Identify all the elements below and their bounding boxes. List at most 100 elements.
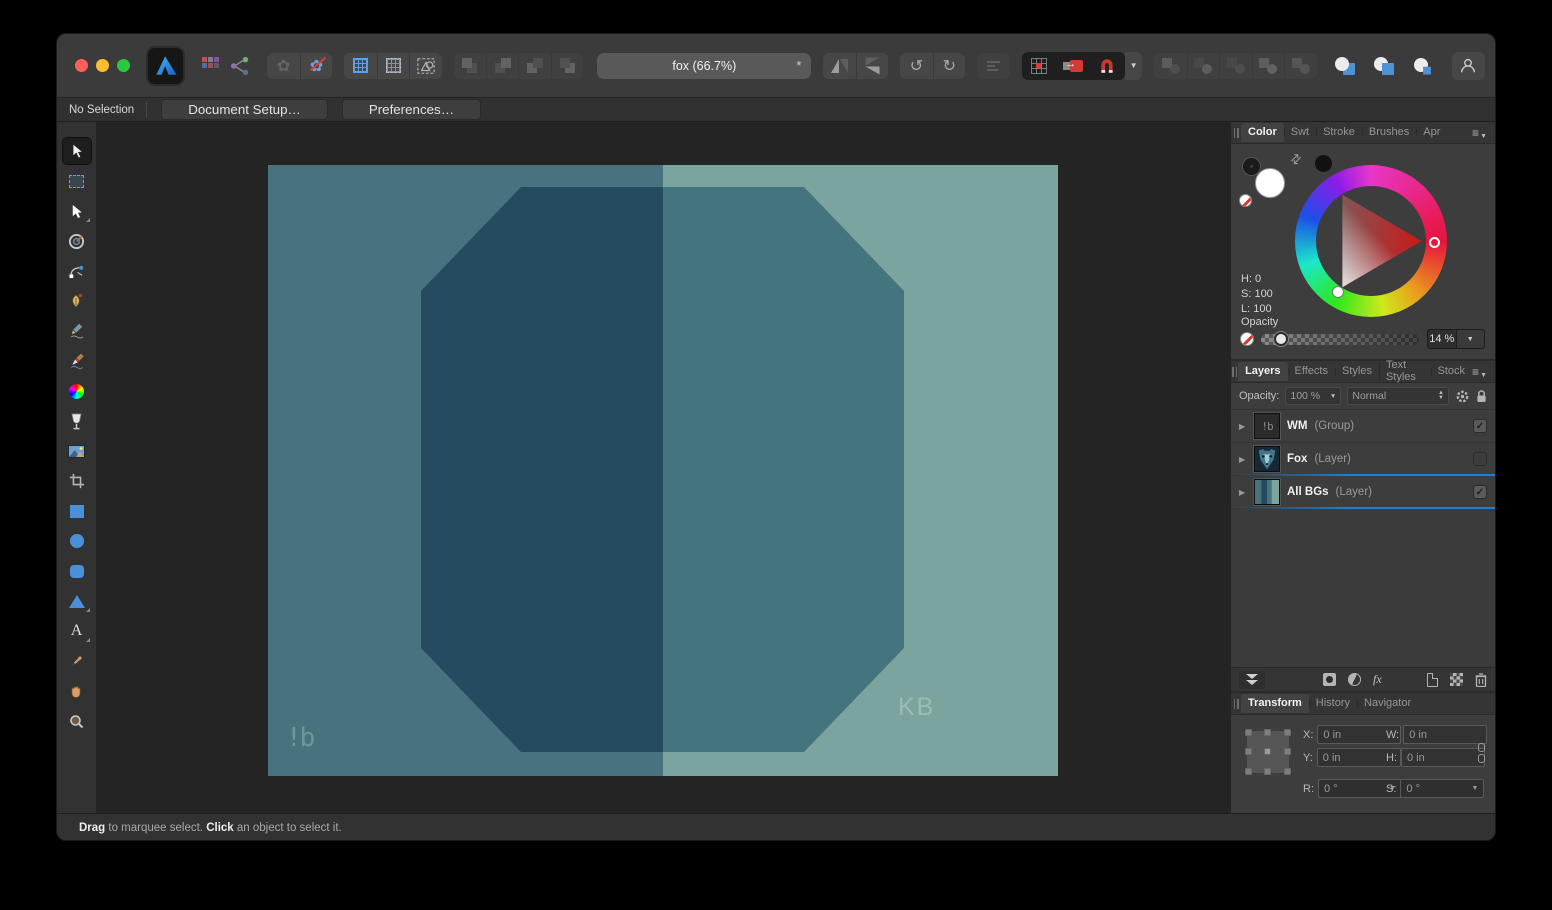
- stroke-swatch[interactable]: [1243, 158, 1260, 175]
- view-tool[interactable]: [63, 678, 91, 704]
- layer-thumbnail[interactable]: [1254, 446, 1280, 472]
- move-by-pixels-button[interactable]: →: [1056, 52, 1090, 80]
- fill-stroke-selector[interactable]: ⇄: [1239, 156, 1299, 206]
- point-transform-tool[interactable]: [63, 228, 91, 254]
- layer-opacity-dropdown[interactable]: 100 % ▼: [1285, 387, 1341, 405]
- saturation-lightness-triangle[interactable]: [1316, 186, 1426, 296]
- bool-add-button[interactable]: [1154, 53, 1186, 79]
- transparency-tool[interactable]: [63, 408, 91, 434]
- layer-name[interactable]: Fox: [1287, 453, 1307, 465]
- tab-navigator[interactable]: Navigator: [1357, 694, 1418, 713]
- tab-transform[interactable]: Transform: [1241, 694, 1309, 713]
- ellipse-tool[interactable]: [63, 528, 91, 554]
- flip-horizontal-button[interactable]: [823, 53, 855, 79]
- panel-grip[interactable]: [1231, 699, 1241, 709]
- snapping-toggle-button[interactable]: [1090, 52, 1124, 80]
- fill-tool[interactable]: [63, 378, 91, 404]
- w-input[interactable]: 0 in: [1403, 725, 1487, 744]
- bool-intersect-button[interactable]: [1219, 53, 1251, 79]
- anchor-point-selector[interactable]: [1247, 731, 1289, 773]
- artistic-text-tool[interactable]: A: [63, 618, 91, 644]
- corner-tool[interactable]: [63, 258, 91, 284]
- snap-options-dropdown[interactable]: ▼: [1125, 52, 1143, 80]
- visibility-checkbox[interactable]: ✓: [1473, 419, 1487, 433]
- account-button[interactable]: [1452, 52, 1485, 80]
- artboard-tool[interactable]: [63, 168, 91, 194]
- tab-styles[interactable]: Styles: [1335, 362, 1379, 381]
- trash-icon[interactable]: [1475, 673, 1487, 687]
- style-picker-button[interactable]: ✿: [267, 53, 299, 79]
- panel-grip[interactable]: [1231, 128, 1241, 138]
- designer-persona-button[interactable]: [148, 48, 183, 84]
- layer-name[interactable]: WM: [1287, 420, 1307, 432]
- layer-thumbnail[interactable]: [1254, 479, 1280, 505]
- disclosure-icon[interactable]: ▶: [1239, 488, 1247, 497]
- sl-selector[interactable]: [1332, 286, 1344, 298]
- h-input[interactable]: 0 in: [1401, 748, 1485, 767]
- insert-inside-button[interactable]: [1405, 53, 1437, 79]
- opacity-slider-handle[interactable]: [1274, 332, 1288, 346]
- shear-dropdown[interactable]: 0 ° ▼: [1400, 779, 1484, 798]
- layer-row-wm[interactable]: ▶ !b WM (Group) ✓: [1231, 410, 1495, 443]
- select-shapes-button[interactable]: [409, 53, 441, 79]
- snap-grid-button[interactable]: [1022, 52, 1056, 80]
- tab-brushes[interactable]: Brushes: [1362, 123, 1416, 142]
- opacity-slider[interactable]: [1261, 334, 1419, 345]
- hue-selector[interactable]: [1429, 237, 1440, 248]
- bool-subtract-button[interactable]: [1187, 53, 1219, 79]
- mask-layer-icon[interactable]: [1323, 673, 1336, 686]
- tab-layers[interactable]: Layers: [1238, 362, 1287, 381]
- rotate-cw-button[interactable]: ↻: [933, 53, 965, 79]
- alignment-button[interactable]: [977, 53, 1009, 79]
- tab-effects[interactable]: Effects: [1288, 362, 1335, 381]
- minimize-button[interactable]: [96, 59, 109, 72]
- visibility-checkbox[interactable]: [1473, 452, 1487, 466]
- move-forward-button[interactable]: [486, 53, 518, 79]
- rectangle-tool[interactable]: [63, 498, 91, 524]
- gear-icon[interactable]: [1455, 389, 1470, 404]
- bool-divide-button[interactable]: [1284, 53, 1316, 79]
- move-tool[interactable]: [63, 138, 91, 164]
- layers-stack-button[interactable]: [1239, 671, 1265, 689]
- insert-behind-button[interactable]: [1329, 53, 1361, 79]
- fill-swatch[interactable]: [1255, 168, 1285, 198]
- layer-row-fox[interactable]: ▶ Fox (Layer: [1231, 443, 1495, 476]
- bool-xor-button[interactable]: [1252, 53, 1284, 79]
- canvas-viewport[interactable]: !b KB: [96, 122, 1231, 813]
- no-fill-icon[interactable]: [1239, 194, 1252, 207]
- panel-grip[interactable]: [1231, 367, 1238, 377]
- tab-stock[interactable]: Stock: [1431, 362, 1473, 381]
- octagon-shape[interactable]: [421, 187, 904, 752]
- layer-name[interactable]: All BGs: [1287, 486, 1329, 498]
- new-pixel-layer-icon[interactable]: [1450, 673, 1463, 686]
- blend-mode-dropdown[interactable]: Normal ▲▼: [1347, 387, 1449, 405]
- move-backward-button[interactable]: [518, 53, 550, 79]
- document-canvas[interactable]: !b KB: [268, 165, 1058, 776]
- tab-swatches[interactable]: Swt: [1284, 123, 1316, 142]
- pixel-persona-button[interactable]: [195, 53, 225, 79]
- zoom-tool[interactable]: [63, 708, 91, 734]
- swap-colors-icon[interactable]: ⇄: [1287, 150, 1305, 168]
- document-title-dropdown[interactable]: fox (66.7%) *: [597, 53, 811, 79]
- tab-text-styles[interactable]: Text Styles: [1379, 356, 1431, 387]
- tab-color[interactable]: Color: [1241, 123, 1284, 142]
- close-button[interactable]: [75, 59, 88, 72]
- disclosure-icon[interactable]: ▶: [1239, 422, 1247, 431]
- rounded-rectangle-tool[interactable]: [63, 558, 91, 584]
- insert-on-top-button[interactable]: [1367, 53, 1399, 79]
- node-tool[interactable]: [63, 198, 91, 224]
- panel-menu-button[interactable]: ≡ ▼: [1472, 365, 1495, 379]
- adjustment-layer-icon[interactable]: [1348, 673, 1361, 686]
- no-opacity-icon[interactable]: [1240, 332, 1254, 346]
- triangle-tool[interactable]: [63, 588, 91, 614]
- tab-appearance[interactable]: Apr: [1416, 123, 1447, 142]
- no-style-button[interactable]: ✿: [300, 53, 332, 79]
- visibility-checkbox[interactable]: ✓: [1473, 485, 1487, 499]
- vector-brush-tool[interactable]: [63, 348, 91, 374]
- new-layer-icon[interactable]: [1427, 673, 1438, 687]
- rotate-ccw-button[interactable]: ↺: [900, 53, 932, 79]
- disclosure-icon[interactable]: ▶: [1239, 455, 1247, 464]
- place-image-tool[interactable]: [63, 438, 91, 464]
- pixel-grid-button[interactable]: [377, 53, 409, 79]
- flip-vertical-button[interactable]: [856, 53, 888, 79]
